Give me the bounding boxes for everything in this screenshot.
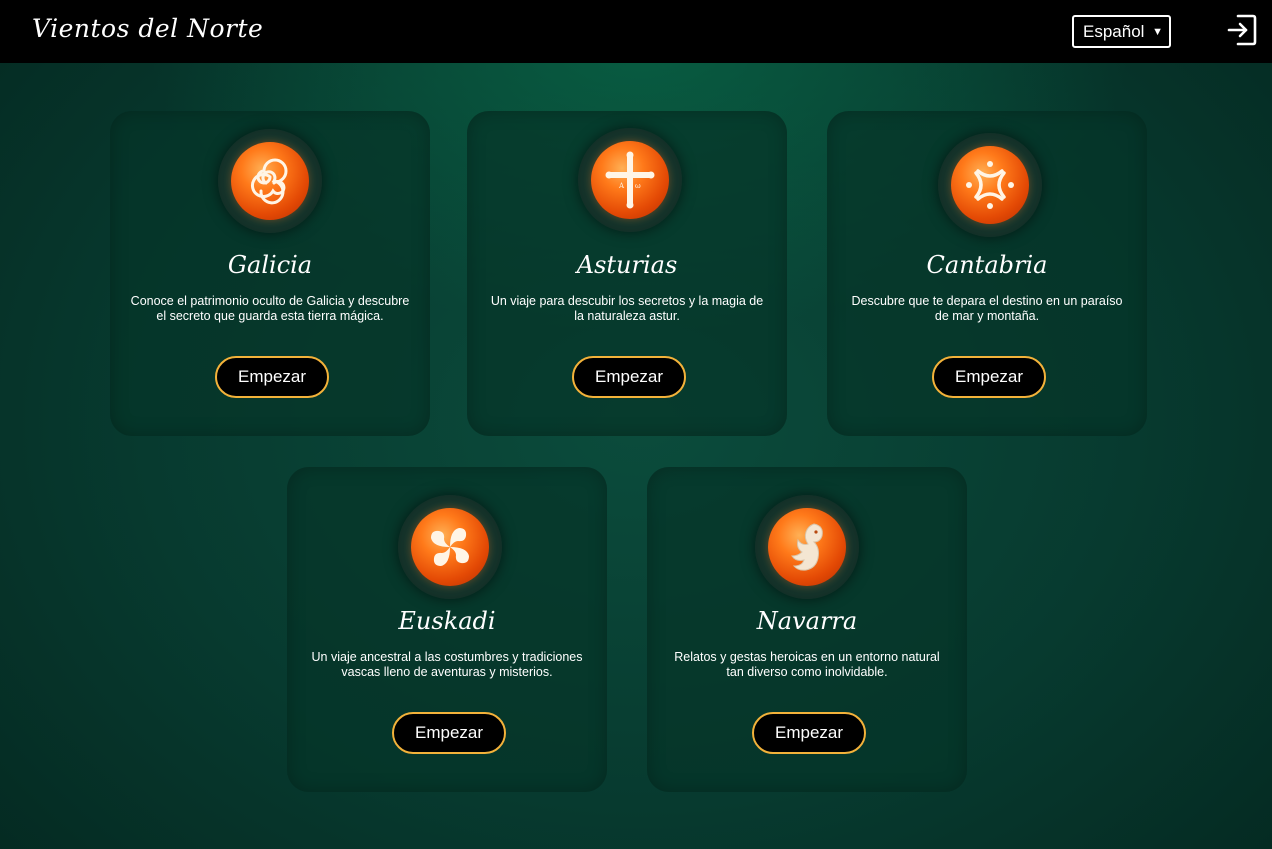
start-button-asturias[interactable]: Empezar	[572, 356, 686, 398]
start-button-cantabria[interactable]: Empezar	[932, 356, 1046, 398]
top-bar: Vientos del Norte Español ▼	[0, 0, 1272, 63]
region-title: Asturias	[576, 251, 678, 279]
language-select[interactable]: Español ▼	[1072, 15, 1171, 48]
region-card-cantabria: Cantabria Descubre que te depara el dest…	[827, 111, 1147, 436]
lauburu-icon	[431, 528, 469, 566]
region-card-navarra: Navarra Relatos y gestas heroicas en un …	[647, 467, 967, 792]
start-button-galicia[interactable]: Empezar	[215, 356, 329, 398]
region-card-asturias: A ω Asturias Un viaje para descubir los …	[467, 111, 787, 436]
region-emblem	[755, 495, 859, 599]
language-select-value: Español	[1083, 22, 1145, 41]
region-description: Relatos y gestas heroicas en un entorno …	[674, 650, 940, 679]
region-description: Un viaje ancestral a las costumbres y tr…	[311, 650, 583, 679]
start-button-euskadi[interactable]: Empezar	[392, 712, 506, 754]
region-emblem	[218, 129, 322, 233]
caret-down-icon: ▼	[1152, 26, 1163, 38]
region-title: Euskadi	[398, 607, 496, 635]
victory-cross-icon: A ω	[605, 151, 655, 209]
region-description: Un viaje para descubir los secretos y la…	[490, 294, 764, 323]
region-title: Galicia	[227, 251, 313, 279]
region-card-euskadi: Euskadi Un viaje ancestral a las costumb…	[287, 467, 607, 792]
start-button-navarra[interactable]: Empezar	[752, 712, 866, 754]
region-emblem: A ω	[578, 128, 682, 232]
region-title: Navarra	[756, 607, 858, 635]
svg-text:A: A	[618, 182, 625, 190]
login-icon	[1227, 14, 1257, 46]
app-title: Vientos del Norte	[32, 14, 264, 43]
region-emblem	[938, 133, 1042, 237]
triskelion-icon	[251, 158, 288, 205]
svg-text:ω: ω	[635, 182, 641, 190]
dragon-icon	[791, 523, 823, 571]
region-title: Cantabria	[926, 251, 1048, 279]
region-emblem	[398, 495, 502, 599]
login-button[interactable]	[1226, 13, 1258, 47]
region-description: Descubre que te depara el destino en un …	[851, 294, 1123, 323]
cantabrian-symbol-icon	[966, 161, 1014, 209]
region-description: Conoce el patrimonio oculto de Galicia y…	[130, 294, 410, 323]
region-card-galicia: Galicia Conoce el patrimonio oculto de G…	[110, 111, 430, 436]
